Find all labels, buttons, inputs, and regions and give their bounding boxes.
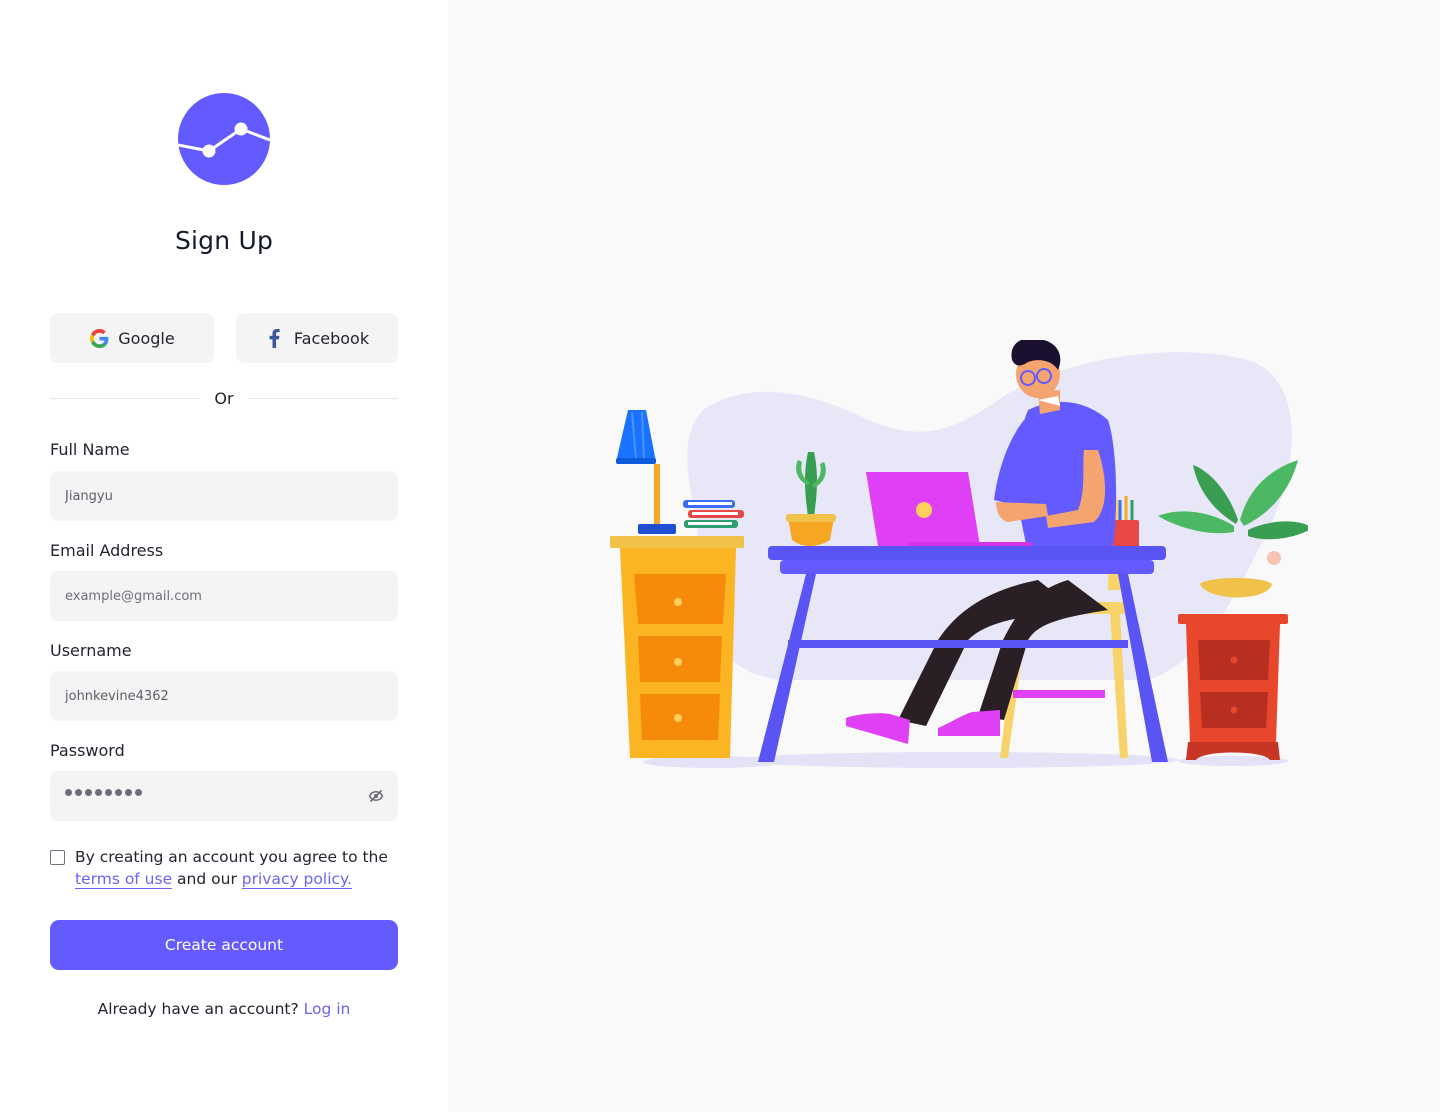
email-field-wrapper	[50, 571, 398, 621]
email-input[interactable]	[50, 571, 398, 621]
email-label: Email Address	[50, 541, 164, 560]
facebook-icon	[265, 328, 285, 348]
password-mask-dot	[95, 789, 102, 796]
username-input[interactable]	[50, 671, 398, 721]
google-icon	[89, 328, 109, 348]
full-name-label: Full Name	[50, 440, 130, 459]
password-mask-dot	[105, 789, 112, 796]
google-signup-button[interactable]: Google	[50, 313, 214, 363]
password-mask-dot	[75, 789, 82, 796]
terms-text-before: By creating an account you agree to the	[75, 848, 388, 866]
divider-or-text: Or	[214, 389, 234, 408]
google-button-label: Google	[118, 328, 175, 348]
password-input[interactable]	[50, 771, 398, 821]
signup-panel: Sign Up Google Facebook Or Full Name Ema…	[0, 0, 448, 1112]
username-field-wrapper	[50, 671, 398, 721]
chart-line-logo-icon	[178, 93, 270, 185]
terms-text-middle: and our	[172, 870, 242, 888]
password-mask-dot	[135, 789, 142, 796]
password-mask-dot	[125, 789, 132, 796]
illustration-panel	[448, 0, 1440, 1112]
person-at-desk-illustration	[610, 340, 1308, 768]
divider-right	[248, 398, 398, 399]
divider-left	[50, 398, 200, 399]
privacy-policy-link[interactable]: privacy policy.	[241, 870, 352, 889]
terms-text: By creating an account you agree to the …	[75, 846, 405, 890]
full-name-field-wrapper	[50, 471, 398, 521]
password-mask-dot	[115, 789, 122, 796]
password-label: Password	[50, 741, 125, 760]
password-mask-dot	[65, 789, 72, 796]
terms-of-use-link[interactable]: terms of use	[75, 870, 173, 889]
terms-checkbox[interactable]	[50, 850, 65, 865]
password-masked-value	[65, 789, 142, 796]
password-mask-dot	[85, 789, 92, 796]
full-name-input[interactable]	[50, 471, 398, 521]
facebook-button-label: Facebook	[293, 328, 370, 348]
page-title: Sign Up	[174, 226, 274, 255]
login-link[interactable]: Log in	[304, 1000, 351, 1018]
login-prompt-text: Already have an account?	[97, 1000, 304, 1018]
eye-slash-icon[interactable]	[368, 788, 384, 804]
login-prompt: Already have an account? Log in	[0, 1000, 448, 1018]
facebook-signup-button[interactable]: Facebook	[236, 313, 398, 363]
username-label: Username	[50, 641, 132, 660]
create-account-button[interactable]: Create account	[50, 920, 398, 970]
